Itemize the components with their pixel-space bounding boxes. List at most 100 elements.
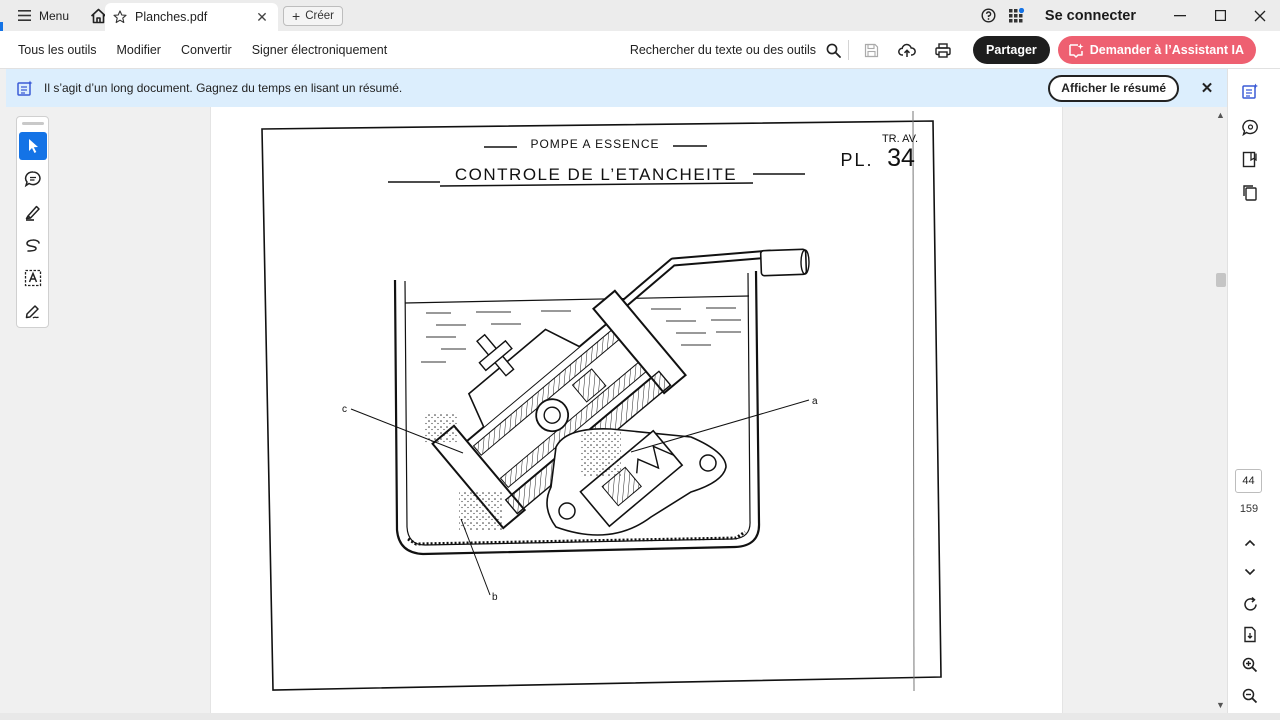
vertical-scrollbar[interactable]: ▲ ▼ — [1214, 107, 1227, 713]
hamburger-icon — [18, 10, 31, 21]
comment-at-icon — [1241, 119, 1258, 136]
print-icon — [935, 42, 951, 58]
ai-assistant-icon — [1069, 43, 1084, 58]
technical-drawing: POMPE A ESSENCE CONTROLE DE L’ETANCHEITE… — [261, 110, 942, 692]
comment-tool-button[interactable] — [19, 165, 47, 193]
pages-panel-button[interactable] — [1236, 178, 1264, 206]
summary-banner-text: Il s’agit d’un long document. Gagnez du … — [44, 81, 403, 95]
chevron-down-icon — [1244, 568, 1256, 576]
rail-drag-handle[interactable] — [22, 122, 44, 125]
summary-banner: Il s’agit d’un long document. Gagnez du … — [6, 69, 1227, 107]
maximize-button[interactable] — [1200, 0, 1240, 31]
help-button[interactable] — [975, 0, 1003, 31]
show-summary-button[interactable]: Afficher le résumé — [1048, 74, 1179, 102]
callout-c-label: c — [342, 404, 347, 415]
pipe-nozzle — [759, 248, 808, 277]
search-button[interactable] — [822, 31, 844, 69]
callout-line-b — [460, 518, 491, 596]
close-window-button[interactable] — [1240, 0, 1280, 31]
minimize-icon — [1174, 14, 1186, 16]
close-tab-icon[interactable]: ✕ — [254, 9, 270, 25]
quick-tools-rail — [16, 116, 49, 328]
zoom-out-button[interactable] — [1236, 682, 1264, 710]
create-button[interactable]: + Créer — [283, 6, 343, 26]
zoom-in-icon — [1242, 657, 1258, 673]
pen-sign-icon — [25, 305, 39, 319]
next-page-button[interactable] — [1236, 558, 1264, 586]
bottom-status-strip — [0, 713, 1280, 720]
zoom-in-button[interactable] — [1236, 651, 1264, 679]
save-icon — [864, 43, 878, 57]
callout-b-label: b — [492, 592, 498, 603]
plus-icon: + — [292, 8, 301, 24]
print-button[interactable] — [925, 31, 961, 69]
ai-assistant-button[interactable]: Demander à l’Assistant IA — [1057, 36, 1256, 64]
bookmark-icon — [1242, 151, 1257, 167]
home-icon — [90, 8, 106, 23]
comments-panel-button[interactable] — [1236, 113, 1264, 141]
plate-title: CONTROLE DE L’ETANCHEITE — [455, 165, 737, 184]
cursor-icon — [29, 139, 38, 153]
sign-in-link[interactable]: Se connecter — [1031, 8, 1160, 24]
scroll-down-arrow[interactable]: ▼ — [1214, 699, 1227, 711]
menu-convert[interactable]: Convertir — [171, 43, 242, 57]
upload-cloud-button[interactable] — [889, 31, 925, 69]
menu-edit[interactable]: Modifier — [107, 43, 171, 57]
comment-icon — [24, 171, 41, 188]
rotate-button[interactable] — [1236, 590, 1264, 618]
copy-pages-icon — [1242, 184, 1257, 201]
current-page-input[interactable]: 44 — [1235, 469, 1262, 493]
text-box-icon — [24, 269, 42, 287]
select-tool-button[interactable] — [19, 132, 47, 160]
title-bar: Menu Planches.pdf ✕ + Créer Se connecter — [0, 0, 1280, 31]
scrollbar-thumb[interactable] — [1216, 273, 1226, 287]
ai-summary-panel-button[interactable] — [1236, 77, 1264, 105]
help-icon — [981, 8, 996, 23]
freehand-icon — [26, 239, 40, 252]
bookmarks-panel-button[interactable] — [1236, 145, 1264, 173]
document-workspace: POMPE A ESSENCE CONTROLE DE L’ETANCHEITE… — [6, 107, 1227, 713]
pdf-page: POMPE A ESSENCE CONTROLE DE L’ETANCHEITE… — [210, 107, 1063, 713]
search-tools-label[interactable]: Rechercher du texte ou des outils — [630, 43, 816, 57]
close-banner-icon[interactable]: ✕ — [1193, 74, 1221, 102]
menu-esign[interactable]: Signer électroniquement — [242, 43, 398, 57]
minimize-button[interactable] — [1160, 0, 1200, 31]
menu-all-tools[interactable]: Tous les outils — [0, 43, 107, 57]
scan-edge-line — [912, 110, 915, 692]
toolbar-divider — [848, 40, 850, 60]
draw-tool-button[interactable] — [19, 231, 47, 259]
scroll-up-arrow[interactable]: ▲ — [1214, 109, 1227, 121]
menu-button[interactable]: Menu — [0, 0, 81, 31]
text-tool-button[interactable] — [19, 264, 47, 292]
header-small-label: POMPE A ESSENCE — [530, 137, 659, 151]
document-tab[interactable]: Planches.pdf ✕ — [105, 3, 278, 31]
sign-tool-button[interactable] — [19, 297, 47, 325]
ai-assistant-label: Demander à l’Assistant IA — [1089, 43, 1244, 57]
rotate-icon — [1243, 596, 1257, 611]
highlight-tool-button[interactable] — [19, 198, 47, 226]
tab-title: Planches.pdf — [135, 10, 208, 24]
bubbles-a — [581, 432, 621, 477]
previous-page-button[interactable] — [1236, 529, 1264, 557]
bubbles-c — [425, 412, 457, 444]
search-icon — [826, 43, 841, 58]
total-pages-label: 159 — [1239, 503, 1259, 515]
right-side-rail: 44 159 — [1227, 69, 1280, 713]
plate-number: 34 — [887, 144, 915, 172]
maximize-icon — [1214, 10, 1226, 21]
callout-a-label: a — [812, 396, 818, 407]
save-button[interactable] — [853, 31, 889, 69]
create-label: Créer — [305, 10, 334, 22]
plate-prefix: PL. — [840, 150, 873, 170]
zoom-out-icon — [1242, 688, 1258, 704]
apps-button[interactable] — [1003, 0, 1031, 31]
summary-icon — [17, 80, 33, 96]
share-button[interactable]: Partager — [973, 36, 1050, 64]
main-toolbar: Tous les outils Modifier Convertir Signe… — [0, 31, 1280, 69]
star-icon[interactable] — [113, 10, 127, 24]
highlighter-icon — [25, 205, 40, 221]
close-icon — [1254, 10, 1266, 21]
menu-label: Menu — [39, 8, 70, 23]
bubbles-b — [459, 492, 503, 530]
extract-page-button[interactable] — [1236, 620, 1264, 648]
